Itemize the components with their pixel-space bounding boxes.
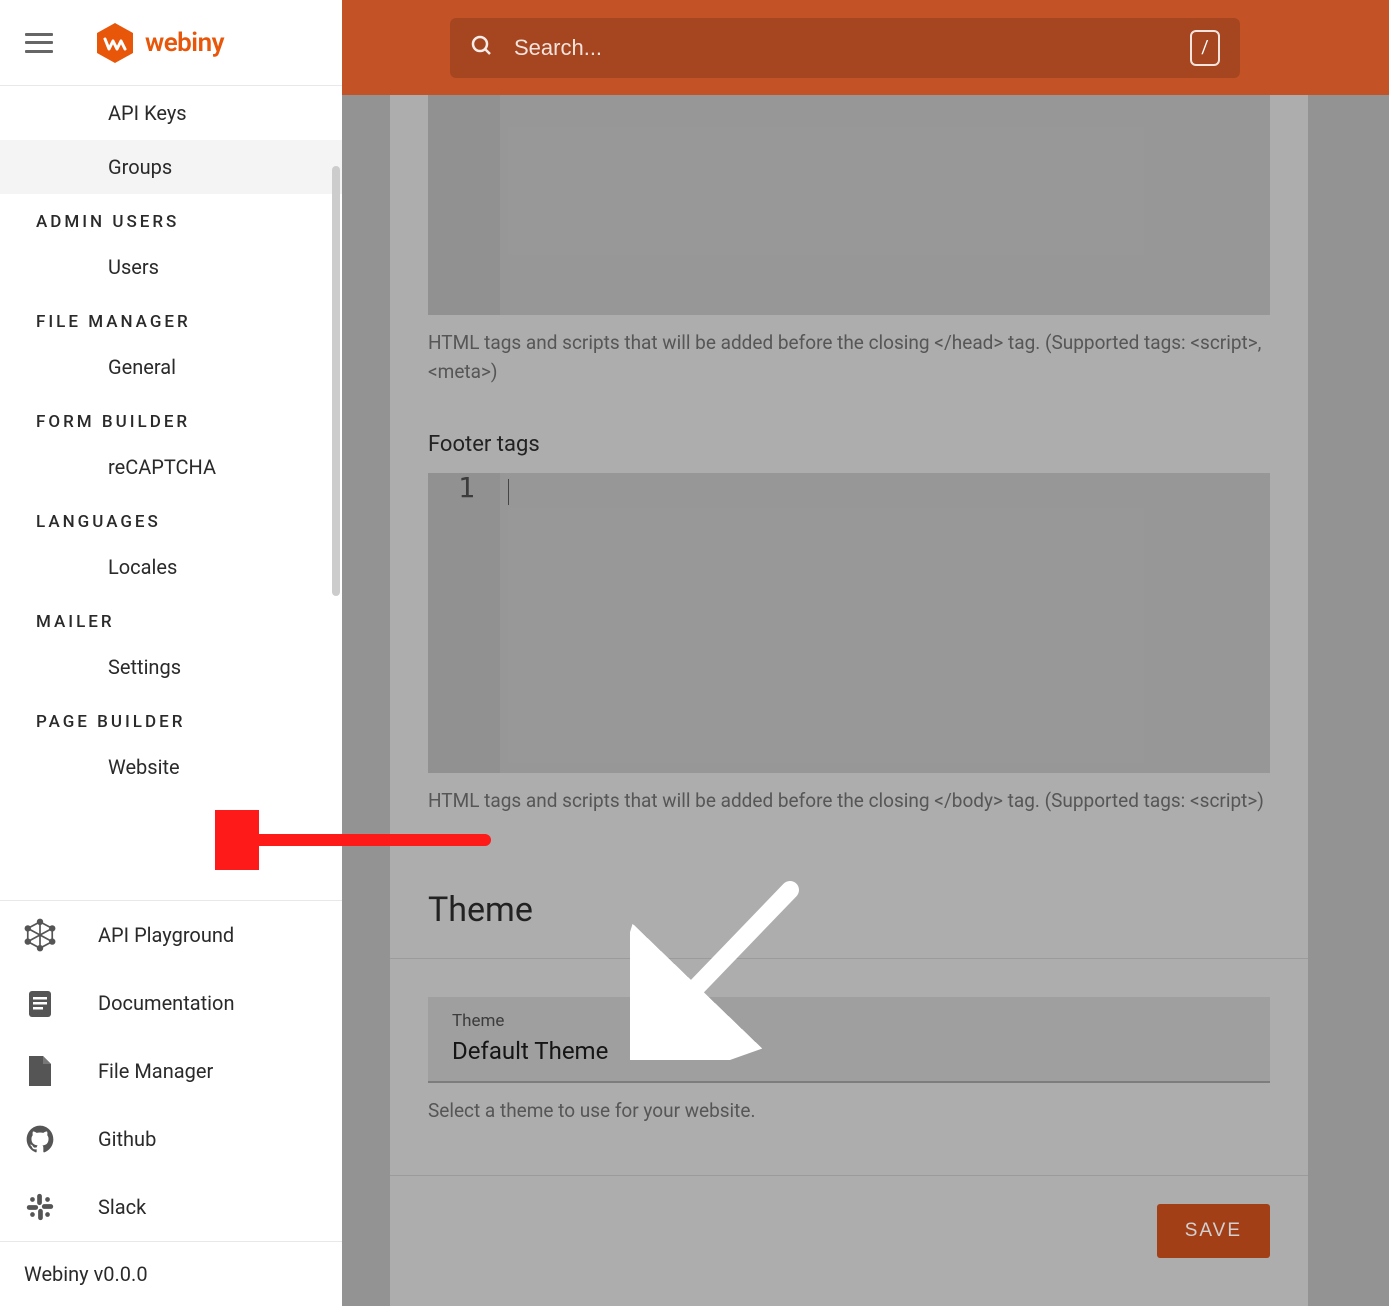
ext-link-github[interactable]: Github [0, 1105, 342, 1173]
doc-icon [24, 987, 56, 1019]
search-input[interactable] [514, 35, 1190, 61]
ext-link-label: API Playground [98, 923, 234, 947]
ext-link-label: Github [98, 1127, 156, 1151]
nav-heading: FORM BUILDER [0, 394, 342, 440]
ext-link-label: File Manager [98, 1059, 213, 1083]
search-bar[interactable]: / [450, 18, 1240, 78]
nav-heading: MAILER [0, 594, 342, 640]
nav-item-general[interactable]: General [0, 340, 342, 394]
version-label: Webiny v0.0.0 [0, 1241, 342, 1306]
ext-link-label: Slack [98, 1195, 146, 1219]
graphql-icon [24, 919, 56, 951]
ext-link-slack[interactable]: Slack [0, 1173, 342, 1241]
slash-shortcut-badge: / [1190, 30, 1220, 66]
nav-item-locales[interactable]: Locales [0, 540, 342, 594]
hamburger-icon[interactable] [25, 33, 53, 53]
nav-item-users[interactable]: Users [0, 240, 342, 294]
nav-heading: FILE MANAGER [0, 294, 342, 340]
search-icon [470, 34, 494, 62]
nav-heading: PAGE BUILDER [0, 694, 342, 740]
nav-item-api-keys[interactable]: API Keys [0, 86, 342, 140]
sidebar-nav: API KeysGroupsADMIN USERSUsersFILE MANAG… [0, 86, 342, 900]
nav-item-groups[interactable]: Groups [0, 140, 342, 194]
nav-item-website[interactable]: Website [0, 740, 342, 794]
slack-icon [24, 1191, 56, 1223]
ext-link-api-playground[interactable]: API Playground [0, 901, 342, 969]
ext-link-documentation[interactable]: Documentation [0, 969, 342, 1037]
file-icon [24, 1055, 56, 1087]
ext-link-label: Documentation [98, 991, 235, 1015]
nav-heading: LANGUAGES [0, 494, 342, 540]
logo-icon [93, 21, 137, 65]
ext-link-file-manager[interactable]: File Manager [0, 1037, 342, 1105]
sidebar: webiny API KeysGroupsADMIN USERSUsersFIL… [0, 0, 342, 1306]
nav-heading: ADMIN USERS [0, 194, 342, 240]
logo-text: webiny [145, 28, 224, 58]
nav-item-recaptcha[interactable]: reCAPTCHA [0, 440, 342, 494]
github-icon [24, 1123, 56, 1155]
nav-item-settings[interactable]: Settings [0, 640, 342, 694]
logo[interactable]: webiny [93, 21, 224, 65]
scrollbar[interactable] [332, 166, 340, 900]
